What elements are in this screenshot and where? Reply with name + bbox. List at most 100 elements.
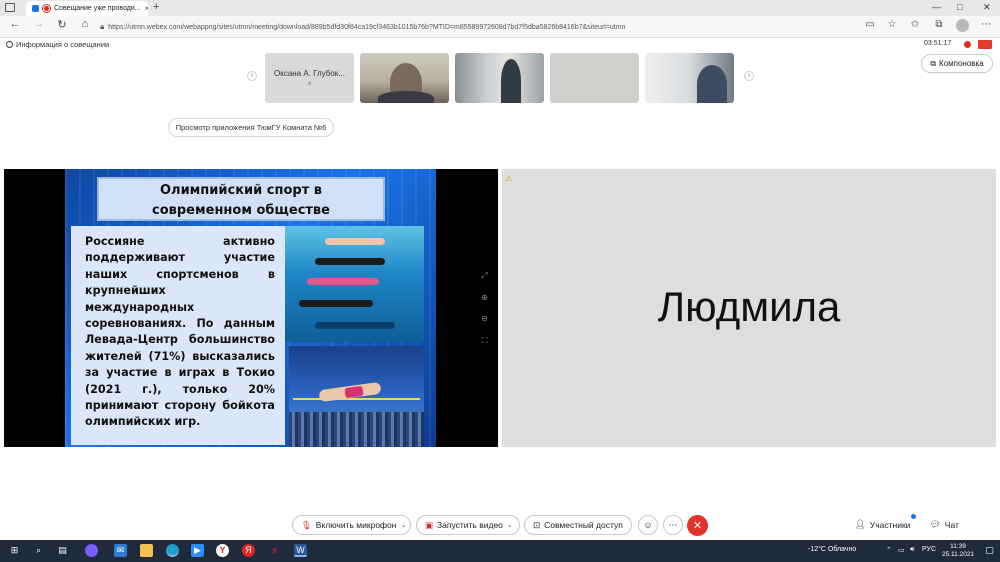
participant-shirt bbox=[378, 91, 434, 103]
zoom-in-icon[interactable]: ⊕ bbox=[480, 293, 489, 302]
mail-icon[interactable]: ✉ bbox=[114, 544, 127, 557]
share-label: Совместный доступ bbox=[544, 520, 623, 530]
webex-favicon-icon bbox=[32, 5, 39, 12]
windows-start-icon[interactable]: ⊞ bbox=[8, 544, 21, 557]
search-icon[interactable]: ⌕ bbox=[32, 544, 45, 557]
more-options-button[interactable]: ⋯ bbox=[663, 515, 683, 535]
reload-icon[interactable]: ↻ bbox=[55, 18, 69, 31]
yandex-browser-icon[interactable]: Y bbox=[216, 544, 229, 557]
volume-icon[interactable]: 🔊︎ bbox=[910, 546, 914, 554]
fit-icon[interactable]: ⛶ bbox=[480, 336, 489, 345]
video-off-icon: ▣ bbox=[425, 519, 434, 530]
thumbnail-sub: я bbox=[307, 81, 312, 87]
camera-permission-icon[interactable]: ▭ bbox=[863, 19, 877, 30]
reactions-button[interactable]: ☺ bbox=[638, 515, 658, 535]
favorite-icon[interactable]: ☆ bbox=[885, 19, 899, 30]
thumbnails-prev-icon[interactable]: ‹ bbox=[247, 71, 257, 81]
recording-indicator-icon bbox=[43, 5, 50, 12]
home-icon[interactable]: ⌂ bbox=[78, 18, 92, 30]
swimmer bbox=[315, 322, 395, 329]
participant-figure bbox=[501, 59, 521, 103]
app-preview-button[interactable]: Просмотр приложения ТюмГУ Комната №6 bbox=[168, 118, 334, 137]
chevron-down-icon[interactable]: ⌄ bbox=[400, 521, 406, 529]
weather-widget[interactable]: -12°C Облачно bbox=[808, 546, 856, 553]
browser-tab-active[interactable]: Совещание уже проводи... × bbox=[26, 1, 148, 16]
swimmer bbox=[315, 258, 385, 265]
yandex-icon[interactable]: Я bbox=[242, 544, 255, 557]
file-explorer-icon[interactable] bbox=[140, 544, 153, 557]
forward-icon[interactable]: → bbox=[32, 18, 46, 30]
share-screen-icon: ⊡ bbox=[533, 519, 541, 530]
meeting-info[interactable]: Информация о совещании bbox=[6, 40, 109, 49]
layout-label: Компоновка bbox=[939, 59, 984, 68]
favorites-icon[interactable]: ✩ bbox=[908, 19, 922, 30]
participant-thumbnail-video[interactable] bbox=[360, 53, 449, 103]
tab-actions-icon[interactable] bbox=[5, 3, 15, 12]
smile-icon: ☺ bbox=[643, 520, 653, 530]
tab-title: Совещание уже проводи... bbox=[54, 5, 141, 12]
clock-time: 11:39 bbox=[950, 543, 966, 550]
participant-thumbnail-video[interactable] bbox=[550, 53, 639, 103]
participants-icon: 👤︎ bbox=[855, 519, 866, 529]
swimmer bbox=[307, 278, 379, 285]
video-label: Запустить видео bbox=[437, 520, 503, 530]
maximize-button[interactable]: □ bbox=[957, 2, 962, 12]
slide-title: Олимпийский спорт в современном обществе bbox=[97, 177, 385, 221]
participant-tile-name: Людмила bbox=[657, 283, 841, 330]
edge-icon[interactable] bbox=[166, 544, 179, 557]
taskbar-clock[interactable]: 11:39 25.11.2021 bbox=[942, 543, 974, 559]
slide-title-line2: современном обществе bbox=[152, 203, 330, 218]
layout-button[interactable]: ⧉ Компоновка bbox=[921, 54, 993, 73]
back-icon[interactable]: ← bbox=[8, 18, 22, 30]
info-icon bbox=[6, 41, 13, 48]
recording-icon bbox=[964, 41, 971, 48]
zoom-out-icon[interactable]: ⊖ bbox=[480, 314, 489, 323]
task-view-icon[interactable]: ▤ bbox=[56, 544, 69, 557]
language-indicator[interactable]: РУС bbox=[922, 546, 936, 553]
mic-muted-icon: 🎙︎ bbox=[301, 519, 312, 530]
participants-notification-dot bbox=[911, 514, 916, 519]
slide-title-line1: Олимпийский спорт в bbox=[160, 183, 322, 198]
chevron-down-icon[interactable]: ⌄ bbox=[507, 521, 513, 529]
minimize-button[interactable]: — bbox=[932, 2, 941, 12]
alice-icon[interactable] bbox=[85, 544, 98, 557]
high-jump-photo bbox=[289, 346, 424, 447]
chat-icon: 💬︎ bbox=[930, 519, 941, 529]
participant-thumbnail-video[interactable] bbox=[455, 53, 544, 103]
chat-button[interactable]: 💬︎ Чат bbox=[930, 519, 959, 530]
video-button[interactable]: ▣ Запустить видео ⌄ bbox=[416, 515, 520, 535]
thumbnails-next-icon[interactable]: › bbox=[744, 71, 754, 81]
network-icon[interactable]: ▭ bbox=[898, 546, 905, 554]
word-icon[interactable]: W bbox=[294, 544, 307, 557]
swimmer bbox=[299, 300, 373, 307]
lock-icon: 🔒︎ bbox=[100, 22, 105, 31]
clock-date: 25.11.2021 bbox=[942, 551, 975, 558]
warning-icon[interactable]: ⚠ bbox=[505, 174, 512, 183]
mic-button[interactable]: 🎙︎ Включить микрофон ⌄ bbox=[292, 515, 411, 535]
fullscreen-icon[interactable]: ⤢ bbox=[480, 271, 489, 280]
close-window-button[interactable]: ✕ bbox=[983, 2, 991, 13]
leave-meeting-button[interactable]: ✕ bbox=[687, 515, 708, 536]
profile-avatar[interactable] bbox=[956, 19, 969, 32]
collections-icon[interactable]: ⧉ bbox=[932, 19, 946, 30]
participant-thumbnail-video[interactable] bbox=[645, 53, 734, 103]
address-bar[interactable]: 🔒︎ https://utmn.webex.com/webappng/sites… bbox=[100, 19, 860, 35]
more-menu-icon[interactable]: ⋯ bbox=[979, 19, 993, 30]
more-icon: ⋯ bbox=[668, 519, 678, 530]
tray-overflow-icon[interactable]: ⌃ bbox=[886, 546, 892, 554]
tab-close-icon[interactable]: × bbox=[145, 4, 148, 13]
live-badge bbox=[978, 40, 992, 49]
presentation-slide: Олимпийский спорт в современном обществе… bbox=[65, 169, 436, 447]
zoom-icon[interactable]: ▶ bbox=[191, 544, 204, 557]
new-tab-button[interactable]: + bbox=[153, 1, 159, 13]
slide-body-text: Россияне активно поддерживают участие на… bbox=[71, 226, 285, 445]
close-icon: ✕ bbox=[692, 520, 703, 532]
participant-thumbnail-self[interactable]: Оксана А. Глубок... я bbox=[265, 53, 354, 103]
url-text: https://utmn.webex.com/webappng/sites/ut… bbox=[108, 23, 626, 31]
yandex-music-icon[interactable]: я bbox=[268, 544, 281, 557]
participants-button[interactable]: 👤︎ Участники bbox=[855, 519, 910, 530]
share-button[interactable]: ⊡ Совместный доступ bbox=[524, 515, 632, 535]
chat-label: Чат bbox=[944, 519, 959, 530]
notifications-icon[interactable]: ▢ bbox=[983, 544, 996, 557]
layout-icon: ⧉ bbox=[930, 58, 937, 68]
